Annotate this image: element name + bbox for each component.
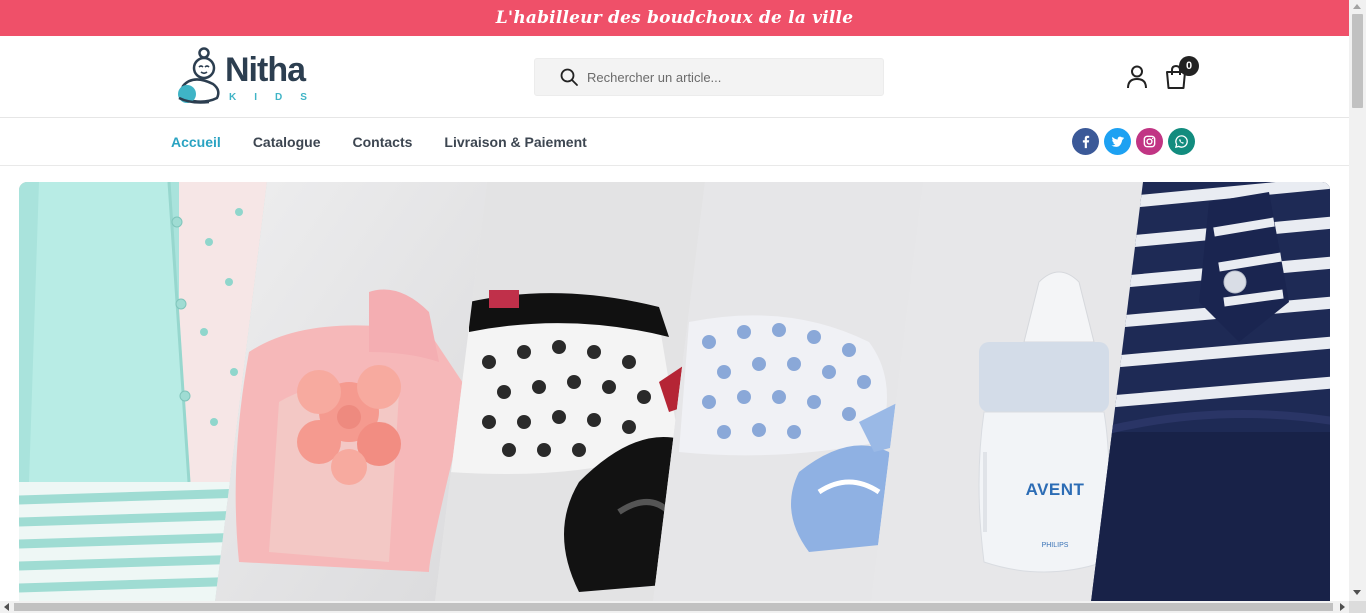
nav-item-accueil[interactable]: Accueil [171, 134, 221, 150]
horizontal-scrollbar[interactable] [0, 601, 1349, 613]
page: L'habilleur des boudchoux de la ville Ni… [0, 0, 1366, 613]
scroll-right-arrow-icon[interactable] [1340, 603, 1345, 611]
logo-subtitle: KIDS [229, 92, 325, 103]
site-header: Nitha KIDS 0 [0, 36, 1349, 118]
nav-item-livraison-paiement[interactable]: Livraison & Paiement [444, 134, 586, 150]
cart-count-badge: 0 [1179, 56, 1199, 76]
horizontal-scrollbar-thumb[interactable] [14, 603, 1333, 611]
main-navigation: Accueil Catalogue Contacts Livraison & P… [0, 119, 1349, 166]
cart-button[interactable]: 0 [1164, 56, 1199, 94]
nav-item-contacts[interactable]: Contacts [353, 134, 413, 150]
bottle-maker-text: PHILIPS [1042, 542, 1069, 549]
scroll-left-arrow-icon[interactable] [4, 603, 9, 611]
instagram-icon [1143, 135, 1156, 148]
scrollbar-thumb[interactable] [1352, 14, 1363, 108]
bottle-brand-text: AVENT [1026, 480, 1085, 499]
scroll-up-arrow-icon[interactable] [1353, 4, 1361, 9]
twitter-icon [1111, 136, 1125, 147]
whatsapp-icon [1174, 135, 1188, 149]
logo-wordmark: Nitha [225, 51, 306, 89]
search-icon [560, 68, 578, 86]
instagram-link[interactable] [1136, 128, 1163, 155]
twitter-link[interactable] [1104, 128, 1131, 155]
facebook-link[interactable] [1072, 128, 1099, 155]
hero-banner[interactable]: AVENT PHILIPS [19, 182, 1330, 602]
announcement-bar: L'habilleur des boudchoux de la ville [0, 0, 1349, 36]
facebook-icon [1082, 135, 1090, 149]
hero-collage: AVENT PHILIPS [19, 182, 1330, 602]
scrollbar-corner [1349, 601, 1366, 613]
social-links [1072, 128, 1200, 155]
logo[interactable]: Nitha KIDS [173, 46, 323, 108]
baby-logo-icon [178, 47, 220, 104]
vertical-scrollbar[interactable] [1349, 0, 1366, 601]
tagline: L'habilleur des boudchoux de la ville [495, 8, 854, 28]
nav-item-catalogue[interactable]: Catalogue [253, 134, 321, 150]
whatsapp-link[interactable] [1168, 128, 1195, 155]
user-icon[interactable] [1125, 64, 1149, 90]
search-box[interactable] [534, 58, 884, 96]
search-input[interactable] [587, 69, 867, 85]
scroll-down-arrow-icon[interactable] [1353, 590, 1361, 595]
